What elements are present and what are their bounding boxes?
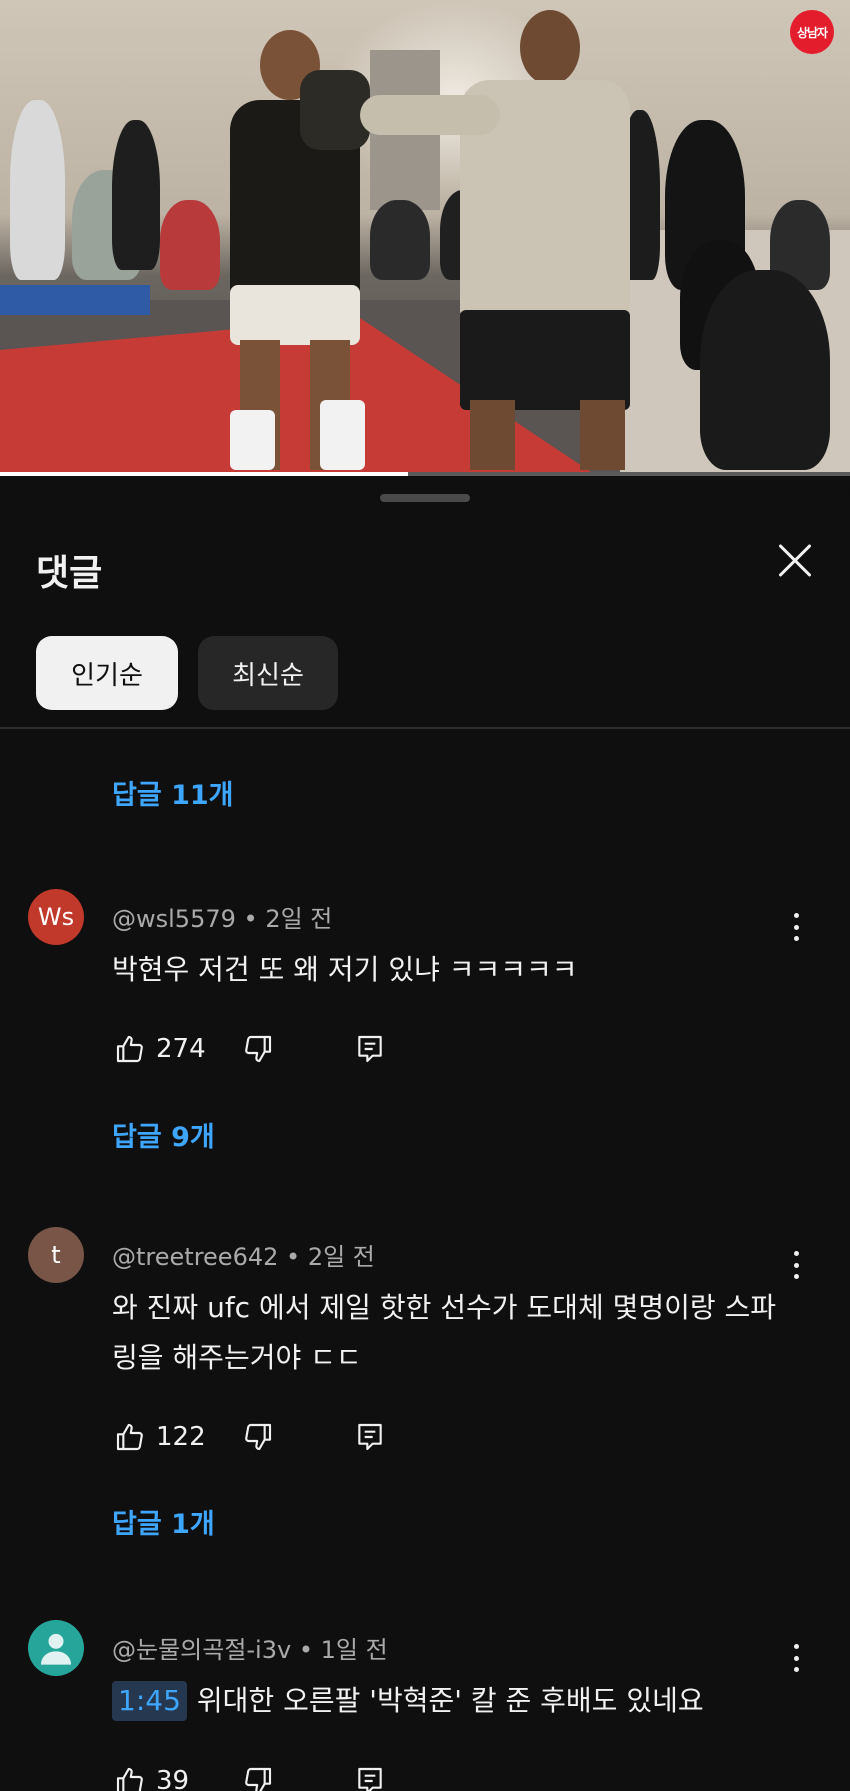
spectator <box>10 100 65 280</box>
person-icon <box>41 1633 71 1665</box>
comment-meta: @treetree642 • 2일 전 <box>112 1237 375 1272</box>
comment-author[interactable]: @treetree642 <box>112 1243 278 1271</box>
thumbs-up-icon[interactable] <box>112 1031 148 1067</box>
spectator <box>700 270 830 470</box>
reply-icon[interactable] <box>352 1031 388 1067</box>
reply-icon[interactable] <box>352 1419 388 1455</box>
comment-text: 와 진짜 ufc 에서 제일 핫한 선수가 도대체 몇명이랑 스파링을 해주는거… <box>112 1291 777 1374</box>
meta-separator: • <box>243 905 258 933</box>
like-count: 122 <box>156 1422 206 1452</box>
more-vert-icon[interactable] <box>784 1640 808 1676</box>
avatar-initials: t <box>51 1241 61 1269</box>
timestamp-link[interactable]: 1:45 <box>112 1681 187 1721</box>
comment-author[interactable]: @wsl5579 <box>112 905 236 933</box>
like-count: 274 <box>156 1034 206 1064</box>
avatar[interactable]: Ws <box>28 889 84 945</box>
blue-mat <box>0 285 150 315</box>
like-count: 39 <box>156 1766 190 1791</box>
video-player[interactable]: 상남자 <box>0 0 850 476</box>
avatar-initials: Ws <box>37 903 75 931</box>
replies-link[interactable]: 답글 9개 <box>112 1115 215 1154</box>
more-vert-icon[interactable] <box>784 1247 808 1283</box>
sort-chip-popular[interactable]: 인기순 <box>36 636 178 710</box>
replies-link[interactable]: 답글 11개 <box>112 773 234 812</box>
fighter-left <box>210 30 370 470</box>
comment-text: 박현우 저건 또 왜 저기 있냐 ㅋㅋㅋㅋㅋ <box>112 953 578 986</box>
comment-age: 2일 전 <box>265 905 333 933</box>
panel-title: 댓글 <box>36 553 103 594</box>
thumbs-down-icon[interactable] <box>240 1419 276 1455</box>
sort-chip-newest[interactable]: 최신순 <box>198 636 338 710</box>
fighter-right <box>360 10 650 470</box>
comment-author[interactable]: @눈물의곡절-i3v <box>112 1636 291 1664</box>
drag-handle[interactable] <box>380 494 470 502</box>
divider <box>0 727 850 729</box>
meta-separator: • <box>298 1636 313 1664</box>
thumbs-up-icon[interactable] <box>112 1763 148 1791</box>
comment-actions: 39 <box>112 1761 388 1791</box>
comment-meta: @wsl5579 • 2일 전 <box>112 899 332 934</box>
more-vert-icon[interactable] <box>784 909 808 945</box>
comment-actions: 122 <box>112 1417 388 1457</box>
channel-badge: 상남자 <box>790 10 834 54</box>
spectator <box>112 120 160 270</box>
reply-icon[interactable] <box>352 1763 388 1791</box>
close-icon[interactable] <box>770 536 820 586</box>
replies-link[interactable]: 답글 1개 <box>112 1502 215 1541</box>
comment-meta: @눈물의곡절-i3v • 1일 전 <box>112 1630 388 1665</box>
comment-age: 1일 전 <box>320 1636 388 1664</box>
thumbs-down-icon[interactable] <box>240 1031 276 1067</box>
comment-actions: 274 <box>112 1029 388 1069</box>
comment-text-body: 위대한 오른팔 '박혁준' 칼 준 후배도 있네요 <box>196 1684 704 1717</box>
comment-age: 2일 전 <box>307 1243 375 1271</box>
meta-separator: • <box>286 1243 301 1271</box>
avatar[interactable] <box>28 1620 84 1676</box>
spectator <box>370 200 430 280</box>
comments-panel: 댓글 인기순 최신순 답글 11개 Ws @wsl5579 • 2일 전 박현우… <box>0 476 850 1791</box>
thumbs-down-icon[interactable] <box>240 1763 276 1791</box>
avatar[interactable]: t <box>28 1227 84 1283</box>
thumbs-up-icon[interactable] <box>112 1419 148 1455</box>
comment-text: 1:45 위대한 오른팔 '박혁준' 칼 준 후배도 있네요 <box>112 1676 792 1726</box>
